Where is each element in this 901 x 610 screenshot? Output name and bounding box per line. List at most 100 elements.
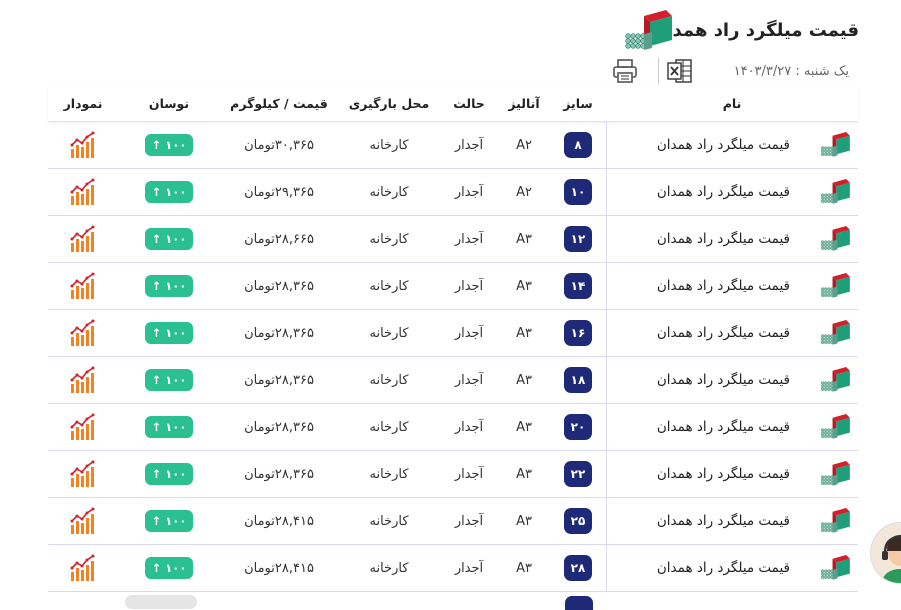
cell-analysis: A۳: [516, 560, 532, 576]
product-logo-icon: [818, 132, 852, 158]
cell-size: ۲۵: [550, 498, 606, 544]
table-body: قیمت میلگرد راد همدان ۸ A۲ آجدار کارخانه ۳۰,۳…: [48, 122, 858, 592]
cell-size: ۱۰: [550, 169, 606, 215]
brand-logo-icon: [622, 10, 674, 52]
table-row: قیمت میلگرد راد همدان ۱۲ A۳ آجدار کارخانه ۲۸,…: [48, 216, 858, 263]
cell-size: ۲۰: [550, 404, 606, 450]
cell-state: آجدار: [454, 513, 484, 529]
oscillation-badge: ↑ ۱۰۰: [145, 557, 193, 579]
cell-chart: [48, 122, 118, 168]
table-row: قیمت میلگرد راد همدان ۲۵ A۳ آجدار کارخانه ۲۸,…: [48, 498, 858, 545]
cell-chart: [48, 498, 118, 544]
oscillation-badge: ↑ ۱۰۰: [145, 463, 193, 485]
table-header: نام سایز آنالیز حالت محل بارگیری قیمت / …: [48, 86, 858, 122]
product-logo-icon: [818, 367, 852, 393]
cell-chart: [48, 545, 118, 591]
product-logo-icon: [818, 461, 852, 487]
product-name-link[interactable]: قیمت میلگرد راد همدان: [657, 325, 790, 341]
oscillation-badge: ↑ ۱۰۰: [145, 369, 193, 391]
oscillation-badge: ↑ ۱۰۰: [145, 228, 193, 250]
table-row-partial: [48, 592, 858, 610]
cell-location: کارخانه: [369, 560, 409, 576]
price-table: نام سایز آنالیز حالت محل بارگیری قیمت / …: [48, 86, 858, 610]
cell-name: قیمت میلگرد راد همدان: [606, 545, 858, 591]
cell-location: کارخانه: [369, 372, 409, 388]
cell-state: آجدار: [454, 184, 484, 200]
table-row: قیمت میلگرد راد همدان ۲۰ A۳ آجدار کارخانه ۲۸,…: [48, 404, 858, 451]
product-name-link[interactable]: قیمت میلگرد راد همدان: [657, 372, 790, 388]
cell-location: کارخانه: [369, 137, 409, 153]
oscillation-badge: ↑ ۱۰۰: [145, 510, 193, 532]
chart-icon[interactable]: [69, 319, 97, 347]
oscillation-badge: ↑ ۱۰۰: [145, 275, 193, 297]
product-logo-icon: [818, 273, 852, 299]
cell-name: قیمت میلگرد راد همدان: [606, 498, 858, 544]
cell-price: ۲۸,۳۶۵تومان: [244, 419, 314, 435]
printer-icon[interactable]: [612, 59, 638, 83]
cell-price: ۲۸,۶۶۵تومان: [244, 231, 314, 247]
cell-price: ۳۰,۳۶۵تومان: [244, 137, 314, 153]
cell-analysis: A۳: [516, 372, 532, 388]
support-avatar-icon[interactable]: [870, 522, 901, 584]
oscillation-badge: ↑ ۱۰۰: [145, 181, 193, 203]
chart-icon[interactable]: [69, 507, 97, 535]
cell-size: ۱۶: [550, 310, 606, 356]
page-title-row: قیمت میلگرد راد همدان: [651, 8, 859, 52]
product-name-link[interactable]: قیمت میلگرد راد همدان: [657, 466, 790, 482]
header-size: سایز: [563, 96, 593, 111]
chart-icon[interactable]: [69, 225, 97, 253]
date-text: یک شنبه : ۱۴۰۳/۳/۲۷: [733, 63, 849, 79]
cell-location: کارخانه: [369, 184, 409, 200]
cell-oscillation: ↑ ۱۰۰: [118, 357, 220, 403]
size-badge-partial: [565, 596, 593, 610]
cell-location: کارخانه: [369, 513, 409, 529]
chart-icon[interactable]: [69, 178, 97, 206]
cell-oscillation: ↑ ۱۰۰: [118, 310, 220, 356]
chart-icon[interactable]: [69, 131, 97, 159]
cell-size: ۲۸: [550, 545, 606, 591]
chart-icon[interactable]: [69, 272, 97, 300]
cell-oscillation: ↑ ۱۰۰: [118, 404, 220, 450]
cell-chart: [48, 451, 118, 497]
product-logo-icon: [818, 555, 852, 581]
product-name-link[interactable]: قیمت میلگرد راد همدان: [657, 231, 790, 247]
chart-icon[interactable]: [69, 460, 97, 488]
product-logo-icon: [818, 414, 852, 440]
product-name-link[interactable]: قیمت میلگرد راد همدان: [657, 560, 790, 576]
cell-chart: [48, 357, 118, 403]
cell-analysis: A۳: [516, 513, 532, 529]
size-badge: ۱۴: [564, 273, 592, 299]
chart-icon[interactable]: [69, 366, 97, 394]
product-name-link[interactable]: قیمت میلگرد راد همدان: [657, 137, 790, 153]
cell-state: آجدار: [454, 325, 484, 341]
product-name-link[interactable]: قیمت میلگرد راد همدان: [657, 513, 790, 529]
cell-state: آجدار: [454, 560, 484, 576]
product-logo-icon: [818, 226, 852, 252]
cell-name: قیمت میلگرد راد همدان: [606, 263, 858, 309]
cell-analysis: A۳: [516, 231, 532, 247]
cell-oscillation: ↑ ۱۰۰: [118, 451, 220, 497]
cell-oscillation: ↑ ۱۰۰: [118, 545, 220, 591]
cell-state: آجدار: [454, 137, 484, 153]
product-name-link[interactable]: قیمت میلگرد راد همدان: [657, 278, 790, 294]
page-title: قیمت میلگرد راد همدان: [650, 19, 859, 41]
cell-analysis: A۳: [516, 419, 532, 435]
chart-icon[interactable]: [69, 554, 97, 582]
cell-analysis: A۲: [516, 184, 532, 200]
cell-name: قیمت میلگرد راد همدان: [606, 310, 858, 356]
cell-price: ۲۸,۳۶۵تومان: [244, 325, 314, 341]
excel-icon[interactable]: [667, 58, 693, 84]
cell-chart: [48, 310, 118, 356]
cell-chart: [48, 263, 118, 309]
size-badge: ۱۰: [564, 179, 592, 205]
cell-size: ۱۸: [550, 357, 606, 403]
chart-icon[interactable]: [69, 413, 97, 441]
product-name-link[interactable]: قیمت میلگرد راد همدان: [657, 184, 790, 200]
cell-oscillation: ↑ ۱۰۰: [118, 169, 220, 215]
cell-state: آجدار: [454, 466, 484, 482]
header-chart: نمودار: [63, 96, 103, 111]
oscillation-badge: ↑ ۱۰۰: [145, 322, 193, 344]
oscillation-badge-partial: [125, 595, 197, 609]
cell-name: قیمت میلگرد راد همدان: [606, 122, 858, 168]
product-name-link[interactable]: قیمت میلگرد راد همدان: [657, 419, 790, 435]
